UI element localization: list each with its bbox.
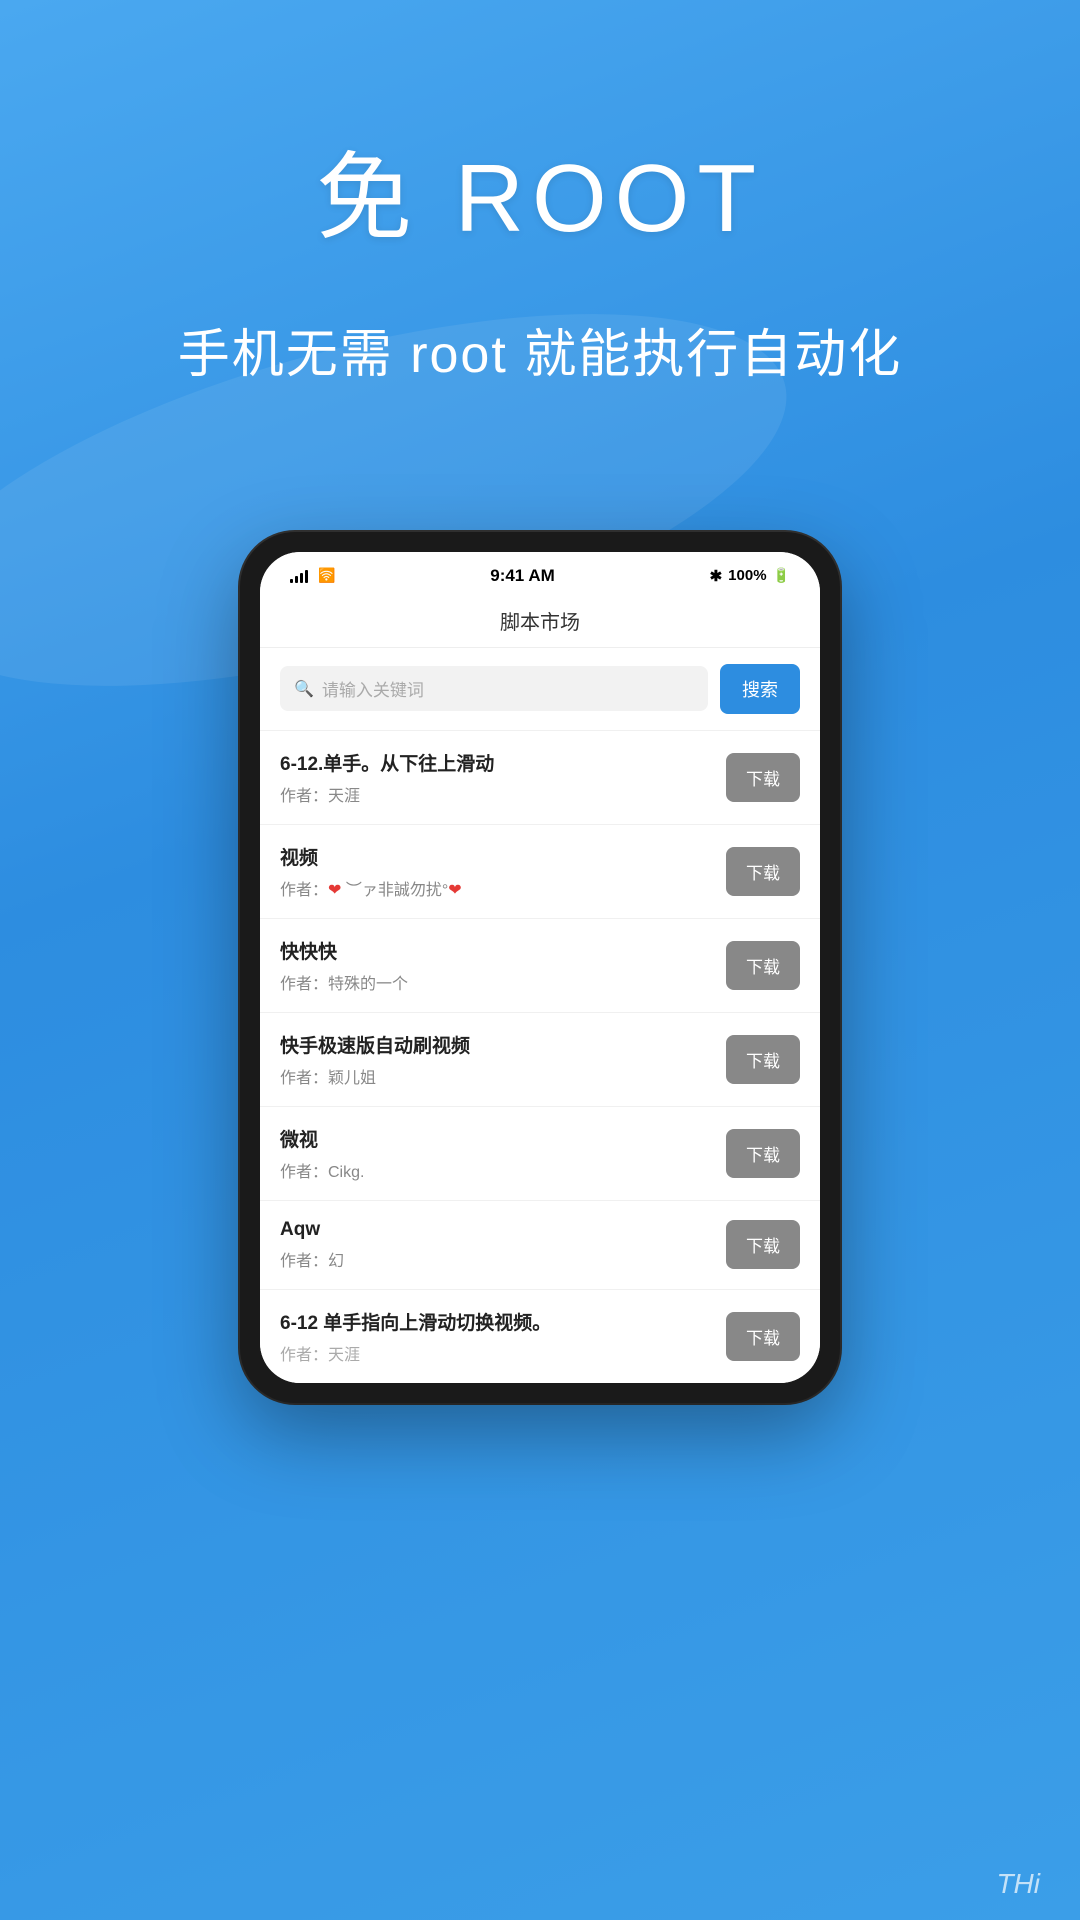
status-time: 9:41 AM xyxy=(490,566,555,586)
list-item: 快手极速版自动刷视频 作者：颖儿姐 下载 xyxy=(260,1013,820,1107)
script-list: 6-12.单手。从下往上滑动 作者：天涯 下载 视频 作者：❤ ︶ァ非誠勿扰°❤ xyxy=(260,731,820,1383)
script-title: 视频 xyxy=(280,843,710,870)
list-item: 微视 作者：Cikg. 下载 xyxy=(260,1107,820,1201)
script-title: 快快快 xyxy=(280,937,710,964)
script-author: 作者：Cikg. xyxy=(280,1158,710,1182)
status-bar: 🛜 9:41 AM ✱ 100% 🔋 xyxy=(260,552,820,594)
battery-icon: 🔋 xyxy=(773,567,790,584)
signal-bars xyxy=(290,569,308,583)
watermark: THi xyxy=(996,1868,1040,1900)
script-info: 快手极速版自动刷视频 作者：颖儿姐 xyxy=(280,1031,710,1088)
script-title: 微视 xyxy=(280,1125,710,1152)
wifi-icon: 🛜 xyxy=(318,567,335,584)
list-item: 6-12.单手。从下往上滑动 作者：天涯 下载 xyxy=(260,731,820,825)
script-info: Aqw 作者：幻 xyxy=(280,1219,710,1271)
battery-percent: 100% xyxy=(728,567,766,584)
script-info: 快快快 作者：特殊的一个 xyxy=(280,937,710,994)
list-item: 视频 作者：❤ ︶ァ非誠勿扰°❤ 下载 xyxy=(260,825,820,919)
download-button[interactable]: 下载 xyxy=(726,1129,800,1178)
bluetooth-icon: ✱ xyxy=(710,567,723,585)
search-button[interactable]: 搜索 xyxy=(720,664,800,714)
heart-icon-right: ❤ xyxy=(448,882,461,899)
download-button[interactable]: 下载 xyxy=(726,847,800,896)
signal-bar-1 xyxy=(290,579,293,583)
author-prefix: 作者： xyxy=(280,882,328,899)
nav-bar: 脚本市场 xyxy=(260,594,820,648)
script-author: 作者：幻 xyxy=(280,1247,710,1271)
script-title: 6-12.单手。从下往上滑动 xyxy=(280,749,710,776)
search-input-wrap[interactable]: 🔍 请输入关键词 xyxy=(280,666,708,711)
list-item: 6-12 单手指向上滑动切换视频。 作者：天涯 下载 xyxy=(260,1290,820,1383)
list-item: 快快快 作者：特殊的一个 下载 xyxy=(260,919,820,1013)
script-title: Aqw xyxy=(280,1219,710,1241)
script-author: 作者：❤ ︶ァ非誠勿扰°❤ xyxy=(280,876,710,900)
script-author: 作者：天涯 xyxy=(280,782,710,806)
status-right: ✱ 100% 🔋 xyxy=(710,567,790,585)
signal-bar-4 xyxy=(305,570,308,583)
download-button[interactable]: 下载 xyxy=(726,941,800,990)
script-title: 快手极速版自动刷视频 xyxy=(280,1031,710,1058)
signal-bar-3 xyxy=(300,573,303,583)
script-info: 微视 作者：Cikg. xyxy=(280,1125,710,1182)
script-info: 视频 作者：❤ ︶ァ非誠勿扰°❤ xyxy=(280,843,710,900)
download-button[interactable]: 下载 xyxy=(726,1035,800,1084)
script-author: 作者：颖儿姐 xyxy=(280,1064,710,1088)
script-info: 6-12.单手。从下往上滑动 作者：天涯 xyxy=(280,749,710,806)
signal-bar-2 xyxy=(295,576,298,583)
search-input[interactable]: 请输入关键词 xyxy=(322,676,424,701)
download-button[interactable]: 下载 xyxy=(726,753,800,802)
status-left: 🛜 xyxy=(290,567,335,584)
page-background: 免 ROOT 手机无需 root 就能执行自动化 🛜 xyxy=(0,0,1080,1920)
list-item: Aqw 作者：幻 下载 xyxy=(260,1201,820,1290)
script-author: 作者：天涯 xyxy=(280,1341,710,1365)
phone-screen: 🛜 9:41 AM ✱ 100% 🔋 脚本市场 🔍 xyxy=(260,552,820,1383)
script-info: 6-12 单手指向上滑动切换视频。 作者：天涯 xyxy=(280,1308,710,1365)
search-bar[interactable]: 🔍 请输入关键词 搜索 xyxy=(260,648,820,731)
phone-frame: 🛜 9:41 AM ✱ 100% 🔋 脚本市场 🔍 xyxy=(240,532,840,1403)
nav-title: 脚本市场 xyxy=(500,612,580,634)
download-button[interactable]: 下载 xyxy=(726,1220,800,1269)
heart-icon-left: ❤ xyxy=(328,882,341,899)
search-icon: 🔍 xyxy=(294,679,314,699)
script-author: 作者：特殊的一个 xyxy=(280,970,710,994)
main-title: 免 ROOT xyxy=(60,120,1020,259)
download-button[interactable]: 下载 xyxy=(726,1312,800,1361)
author-name: ︶ァ非誠勿扰° xyxy=(341,882,448,899)
script-title: 6-12 单手指向上滑动切换视频。 xyxy=(280,1308,710,1335)
